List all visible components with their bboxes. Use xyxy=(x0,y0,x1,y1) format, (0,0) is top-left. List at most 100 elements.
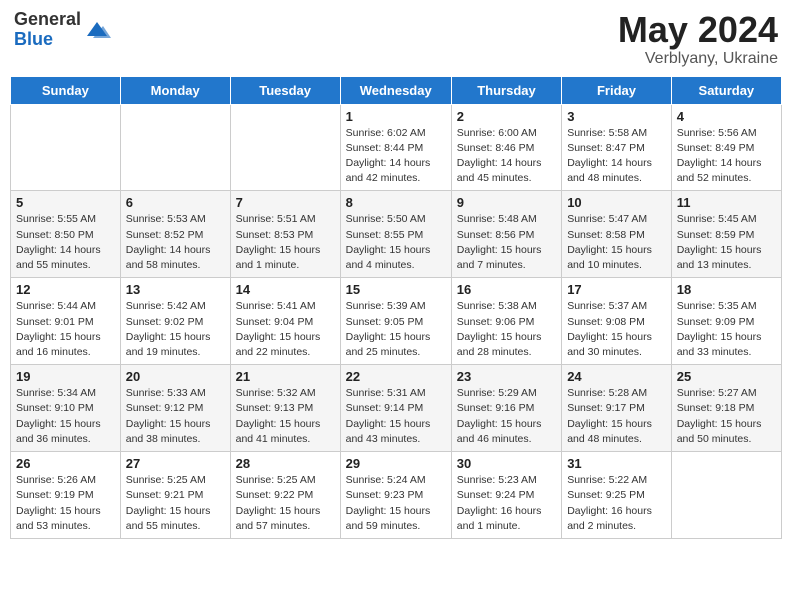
day-number: 25 xyxy=(677,369,776,384)
day-number: 27 xyxy=(126,456,225,471)
day-info: Sunrise: 5:33 AMSunset: 9:12 PMDaylight:… xyxy=(126,386,225,447)
calendar-day-6: 6 Sunrise: 5:53 AMSunset: 8:52 PMDaylight… xyxy=(120,191,230,278)
day-number: 8 xyxy=(346,195,446,210)
day-info: Sunrise: 5:41 AMSunset: 9:04 PMDaylight:… xyxy=(236,299,335,360)
calendar-day-15: 15 Sunrise: 5:39 AMSunset: 9:05 PMDayligh… xyxy=(340,278,451,365)
day-number: 4 xyxy=(677,109,776,124)
calendar-day-31: 31 Sunrise: 5:22 AMSunset: 9:25 PMDayligh… xyxy=(562,452,672,539)
calendar-day-19: 19Sunrise: 5:34 AMSunset: 9:10 PMDayligh… xyxy=(11,365,121,452)
day-info: Sunrise: 5:25 AMSunset: 9:21 PMDaylight:… xyxy=(126,473,225,534)
calendar-day-11: 11 Sunrise: 5:45 AMSunset: 8:59 PMDayligh… xyxy=(671,191,781,278)
day-info: Sunrise: 5:31 AMSunset: 9:14 PMDaylight:… xyxy=(346,386,446,447)
day-number: 23 xyxy=(457,369,556,384)
day-info: Sunrise: 5:22 AMSunset: 9:25 PMDaylight:… xyxy=(567,473,666,534)
calendar-day-21: 21 Sunrise: 5:32 AMSunset: 9:13 PMDayligh… xyxy=(230,365,340,452)
day-info: Sunrise: 5:58 AMSunset: 8:47 PMDaylight:… xyxy=(567,126,666,187)
day-number: 6 xyxy=(126,195,225,210)
day-info: Sunrise: 5:51 AMSunset: 8:53 PMDaylight:… xyxy=(236,212,335,273)
day-info: Sunrise: 5:27 AMSunset: 9:18 PMDaylight:… xyxy=(677,386,776,447)
title-location: Verblyany, Ukraine xyxy=(618,50,778,68)
calendar-day-13: 13 Sunrise: 5:42 AMSunset: 9:02 PMDayligh… xyxy=(120,278,230,365)
logo-text: General Blue xyxy=(14,10,81,50)
day-info: Sunrise: 5:23 AMSunset: 9:24 PMDaylight:… xyxy=(457,473,556,534)
calendar-empty-cell xyxy=(11,104,121,191)
day-info: Sunrise: 5:34 AMSunset: 9:10 PMDaylight:… xyxy=(16,386,115,447)
calendar-day-24: 24 Sunrise: 5:28 AMSunset: 9:17 PMDayligh… xyxy=(562,365,672,452)
day-number: 3 xyxy=(567,109,666,124)
calendar-day-5: 5 Sunrise: 5:55 AMSunset: 8:50 PMDaylight… xyxy=(11,191,121,278)
calendar-day-14: 14 Sunrise: 5:41 AMSunset: 9:04 PMDayligh… xyxy=(230,278,340,365)
day-info: Sunrise: 5:44 AMSunset: 9:01 PMDaylight:… xyxy=(16,299,115,360)
day-number: 5 xyxy=(16,195,115,210)
day-number: 21 xyxy=(236,369,335,384)
day-number: 24 xyxy=(567,369,666,384)
day-info: Sunrise: 6:00 AMSunset: 8:46 PMDaylight:… xyxy=(457,126,556,187)
calendar-day-27: 27 Sunrise: 5:25 AMSunset: 9:21 PMDayligh… xyxy=(120,452,230,539)
day-info: Sunrise: 5:42 AMSunset: 9:02 PMDaylight:… xyxy=(126,299,225,360)
calendar-day-30: 30 Sunrise: 5:23 AMSunset: 9:24 PMDayligh… xyxy=(451,452,561,539)
day-number: 15 xyxy=(346,282,446,297)
day-info: Sunrise: 5:55 AMSunset: 8:50 PMDaylight:… xyxy=(16,212,115,273)
calendar-day-1: 1 Sunrise: 6:02 AMSunset: 8:44 PMDaylight… xyxy=(340,104,451,191)
day-info: Sunrise: 5:56 AMSunset: 8:49 PMDaylight:… xyxy=(677,126,776,187)
calendar-day-26: 26Sunrise: 5:26 AMSunset: 9:19 PMDayligh… xyxy=(11,452,121,539)
calendar-day-17: 17Sunrise: 5:37 AMSunset: 9:08 PMDayligh… xyxy=(562,278,672,365)
day-info: Sunrise: 6:02 AMSunset: 8:44 PMDaylight:… xyxy=(346,126,446,187)
logo: General Blue xyxy=(14,10,111,50)
day-number: 29 xyxy=(346,456,446,471)
day-number: 9 xyxy=(457,195,556,210)
title-block: May 2024 Verblyany, Ukraine xyxy=(618,10,778,68)
day-number: 1 xyxy=(346,109,446,124)
weekday-header-saturday: Saturday xyxy=(671,76,781,104)
day-info: Sunrise: 5:53 AMSunset: 8:52 PMDaylight:… xyxy=(126,212,225,273)
day-info: Sunrise: 5:47 AMSunset: 8:58 PMDaylight:… xyxy=(567,212,666,273)
calendar-week-row: 5 Sunrise: 5:55 AMSunset: 8:50 PMDaylight… xyxy=(11,191,782,278)
calendar-week-row: 12 Sunrise: 5:44 AMSunset: 9:01 PMDayligh… xyxy=(11,278,782,365)
day-number: 2 xyxy=(457,109,556,124)
day-info: Sunrise: 5:39 AMSunset: 9:05 PMDaylight:… xyxy=(346,299,446,360)
day-number: 11 xyxy=(677,195,776,210)
day-number: 12 xyxy=(16,282,115,297)
weekday-header-monday: Monday xyxy=(120,76,230,104)
day-info: Sunrise: 5:32 AMSunset: 9:13 PMDaylight:… xyxy=(236,386,335,447)
calendar-day-10: 10 Sunrise: 5:47 AMSunset: 8:58 PMDayligh… xyxy=(562,191,672,278)
day-number: 31 xyxy=(567,456,666,471)
calendar-day-18: 18Sunrise: 5:35 AMSunset: 9:09 PMDayligh… xyxy=(671,278,781,365)
day-info: Sunrise: 5:45 AMSunset: 8:59 PMDaylight:… xyxy=(677,212,776,273)
calendar-week-row: 26Sunrise: 5:26 AMSunset: 9:19 PMDayligh… xyxy=(11,452,782,539)
calendar-day-25: 25 Sunrise: 5:27 AMSunset: 9:18 PMDayligh… xyxy=(671,365,781,452)
weekday-header-tuesday: Tuesday xyxy=(230,76,340,104)
weekday-header-wednesday: Wednesday xyxy=(340,76,451,104)
calendar-day-8: 8 Sunrise: 5:50 AMSunset: 8:55 PMDaylight… xyxy=(340,191,451,278)
weekday-header-sunday: Sunday xyxy=(11,76,121,104)
calendar-day-7: 7 Sunrise: 5:51 AMSunset: 8:53 PMDaylight… xyxy=(230,191,340,278)
calendar-empty-cell xyxy=(120,104,230,191)
calendar-day-23: 23Sunrise: 5:29 AMSunset: 9:16 PMDayligh… xyxy=(451,365,561,452)
calendar-day-9: 9Sunrise: 5:48 AMSunset: 8:56 PMDaylight… xyxy=(451,191,561,278)
day-info: Sunrise: 5:25 AMSunset: 9:22 PMDaylight:… xyxy=(236,473,335,534)
calendar-week-row: 19Sunrise: 5:34 AMSunset: 9:10 PMDayligh… xyxy=(11,365,782,452)
day-number: 7 xyxy=(236,195,335,210)
calendar-day-4: 4 Sunrise: 5:56 AMSunset: 8:49 PMDaylight… xyxy=(671,104,781,191)
logo-blue: Blue xyxy=(14,30,81,50)
weekday-header-thursday: Thursday xyxy=(451,76,561,104)
logo-general: General xyxy=(14,10,81,30)
day-info: Sunrise: 5:50 AMSunset: 8:55 PMDaylight:… xyxy=(346,212,446,273)
calendar-day-16: 16Sunrise: 5:38 AMSunset: 9:06 PMDayligh… xyxy=(451,278,561,365)
day-number: 10 xyxy=(567,195,666,210)
day-number: 14 xyxy=(236,282,335,297)
day-number: 30 xyxy=(457,456,556,471)
day-info: Sunrise: 5:26 AMSunset: 9:19 PMDaylight:… xyxy=(16,473,115,534)
calendar-day-2: 2 Sunrise: 6:00 AMSunset: 8:46 PMDaylight… xyxy=(451,104,561,191)
page-header: General Blue May 2024 Verblyany, Ukraine xyxy=(10,10,782,68)
day-number: 16 xyxy=(457,282,556,297)
day-info: Sunrise: 5:24 AMSunset: 9:23 PMDaylight:… xyxy=(346,473,446,534)
calendar-empty-cell xyxy=(671,452,781,539)
day-info: Sunrise: 5:28 AMSunset: 9:17 PMDaylight:… xyxy=(567,386,666,447)
weekday-header-row: SundayMondayTuesdayWednesdayThursdayFrid… xyxy=(11,76,782,104)
day-number: 13 xyxy=(126,282,225,297)
calendar-empty-cell xyxy=(230,104,340,191)
calendar-day-20: 20Sunrise: 5:33 AMSunset: 9:12 PMDayligh… xyxy=(120,365,230,452)
day-number: 28 xyxy=(236,456,335,471)
day-info: Sunrise: 5:37 AMSunset: 9:08 PMDaylight:… xyxy=(567,299,666,360)
